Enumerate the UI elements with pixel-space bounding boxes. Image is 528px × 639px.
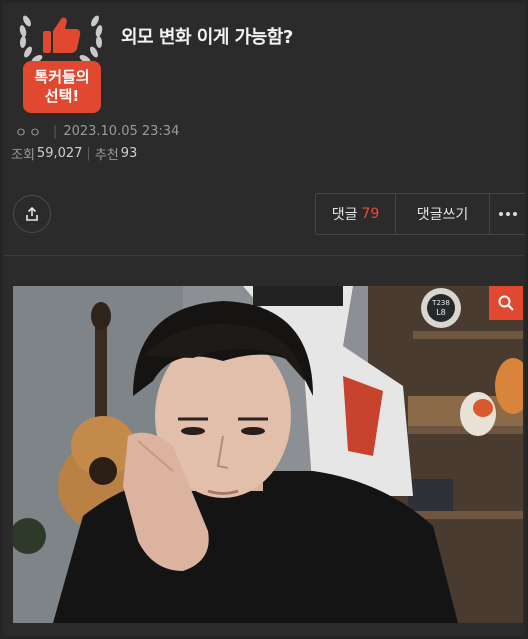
comments-count: 79 [361,206,380,222]
best-pick-badge: 톡커들의 선택! [13,9,109,113]
share-button[interactable] [13,195,51,233]
meta-separator: | [52,124,58,139]
recommend-label: 추천 [94,148,119,163]
post-photo-illustration: T238 L8 [13,286,523,623]
post-container: 톡커들의 선택! 외모 변화 이게 가능함? ㅇㅇ | 2023.10.05 2… [3,3,525,636]
post-meta-author-date: ㅇㅇ | 2023.10.05 23:34 [15,122,179,141]
best-pick-label: 톡커들의 선택! [23,61,101,113]
views-label: 조회 [11,148,35,163]
author-name[interactable]: ㅇㅇ [15,122,43,141]
recommend-value: 93 [120,146,138,161]
write-comment-button[interactable]: 댓글쓰기 [396,194,490,234]
post-action-group: 댓글 79 댓글쓰기 [315,193,525,235]
search-icon [498,295,514,311]
clock-line-1: T238 [431,299,450,307]
post-title: 외모 변화 이게 가능함? [121,27,293,48]
comments-label: 댓글 [331,207,358,223]
post-meta-stats: 조회 59,027 | 추천 93 [11,144,137,163]
zoom-button[interactable] [489,286,523,320]
views-value: 59,027 [36,146,83,161]
more-dots-icon [499,212,517,216]
section-divider [3,255,525,256]
post-datetime: 2023.10.05 23:34 [63,124,180,139]
badge-line-1: 톡커들의 [34,68,90,86]
more-options-button[interactable] [490,194,525,234]
thumbs-up-laurel-icon [19,15,103,63]
meta-separator: | [86,146,91,161]
share-icon [26,206,38,221]
clock-line-2: L8 [436,308,446,317]
badge-line-2: 선택! [44,87,80,105]
post-image[interactable]: T238 L8 [13,286,523,623]
comments-button[interactable]: 댓글 79 [316,194,396,234]
